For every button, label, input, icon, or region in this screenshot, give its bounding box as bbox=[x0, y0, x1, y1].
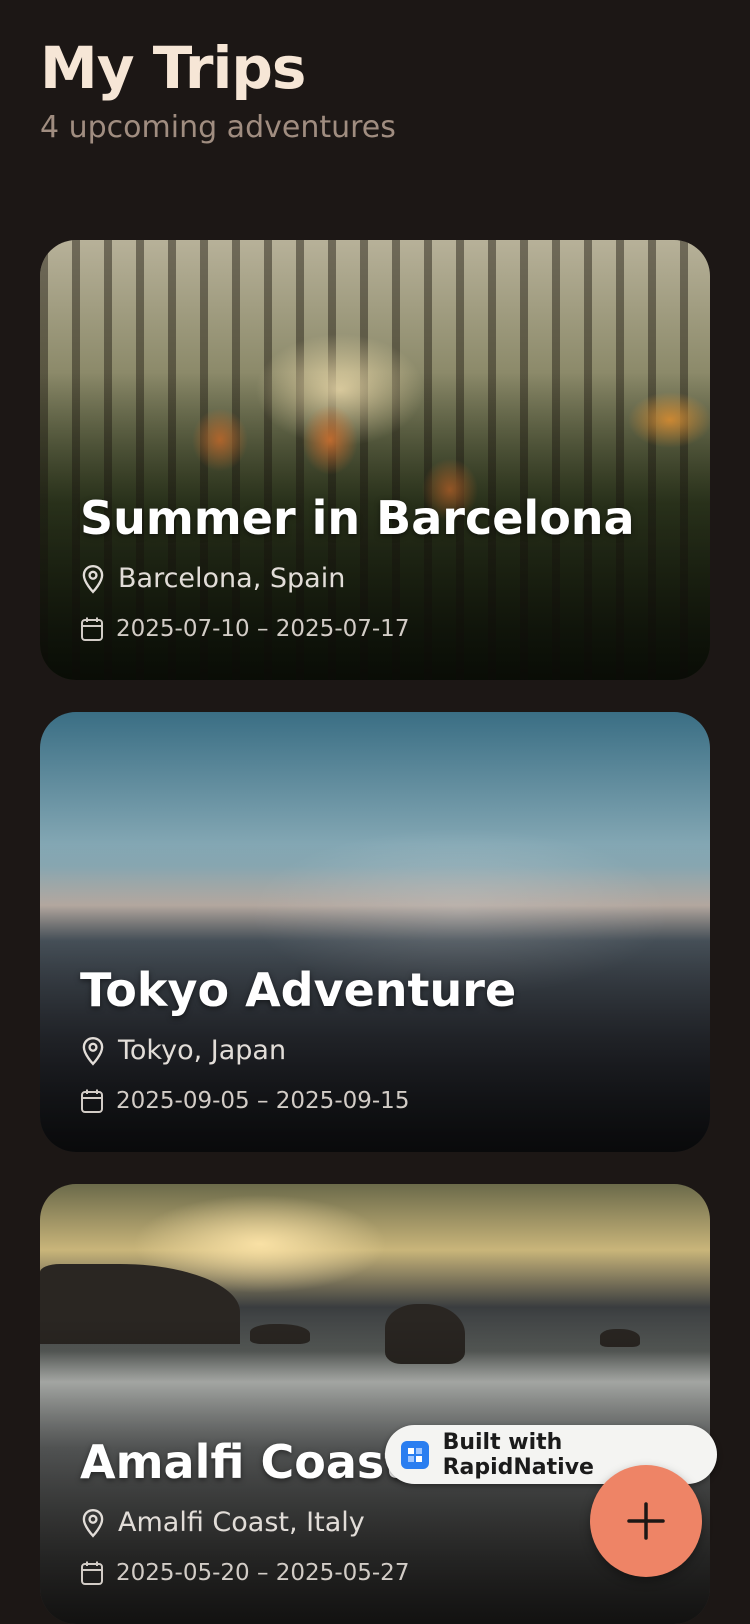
badge-label: Built with RapidNative bbox=[442, 1429, 594, 1480]
trip-dates-text: 2025-09-05 – 2025-09-15 bbox=[116, 1088, 410, 1114]
trip-info: Summer in Barcelona Barcelona, Spain 202… bbox=[80, 491, 680, 642]
trip-dates: 2025-09-05 – 2025-09-15 bbox=[80, 1088, 680, 1114]
trip-dates: 2025-05-20 – 2025-05-27 bbox=[80, 1560, 680, 1586]
location-pin-icon bbox=[82, 1036, 104, 1066]
trip-name: Summer in Barcelona bbox=[80, 491, 635, 545]
calendar-icon bbox=[81, 1561, 103, 1585]
trip-info: Tokyo Adventure Tokyo, Japan 2025-09-05 … bbox=[80, 963, 680, 1114]
trip-location-text: Barcelona, Spain bbox=[118, 563, 346, 594]
header: My Trips 4 upcoming adventures bbox=[40, 34, 396, 145]
trip-card-barcelona[interactable]: Summer in Barcelona Barcelona, Spain 202… bbox=[40, 240, 710, 680]
trip-location-text: Tokyo, Japan bbox=[118, 1035, 287, 1066]
trips-screen: My Trips 4 upcoming adventures Summer in… bbox=[0, 0, 750, 1624]
location-pin-icon bbox=[82, 564, 104, 594]
trip-dates-text: 2025-05-20 – 2025-05-27 bbox=[116, 1560, 410, 1586]
trip-card-tokyo[interactable]: Tokyo Adventure Tokyo, Japan 2025-09-05 … bbox=[40, 712, 710, 1152]
plus-icon bbox=[627, 1502, 665, 1540]
trip-name: Tokyo Adventure bbox=[80, 963, 517, 1017]
add-trip-button[interactable] bbox=[590, 1465, 702, 1577]
location-pin-icon bbox=[82, 1508, 104, 1538]
trip-location: Tokyo, Japan bbox=[80, 1035, 680, 1066]
calendar-icon bbox=[81, 617, 103, 641]
trip-location: Barcelona, Spain bbox=[80, 563, 680, 594]
trip-dates: 2025-07-10 – 2025-07-17 bbox=[80, 616, 680, 642]
rapidnative-logo-icon bbox=[401, 1440, 429, 1469]
trip-dates-text: 2025-07-10 – 2025-07-17 bbox=[116, 616, 410, 642]
page-subtitle: 4 upcoming adventures bbox=[40, 110, 396, 145]
calendar-icon bbox=[81, 1089, 103, 1113]
trip-location-text: Amalfi Coast, Italy bbox=[118, 1507, 365, 1538]
page-title: My Trips bbox=[40, 34, 306, 102]
